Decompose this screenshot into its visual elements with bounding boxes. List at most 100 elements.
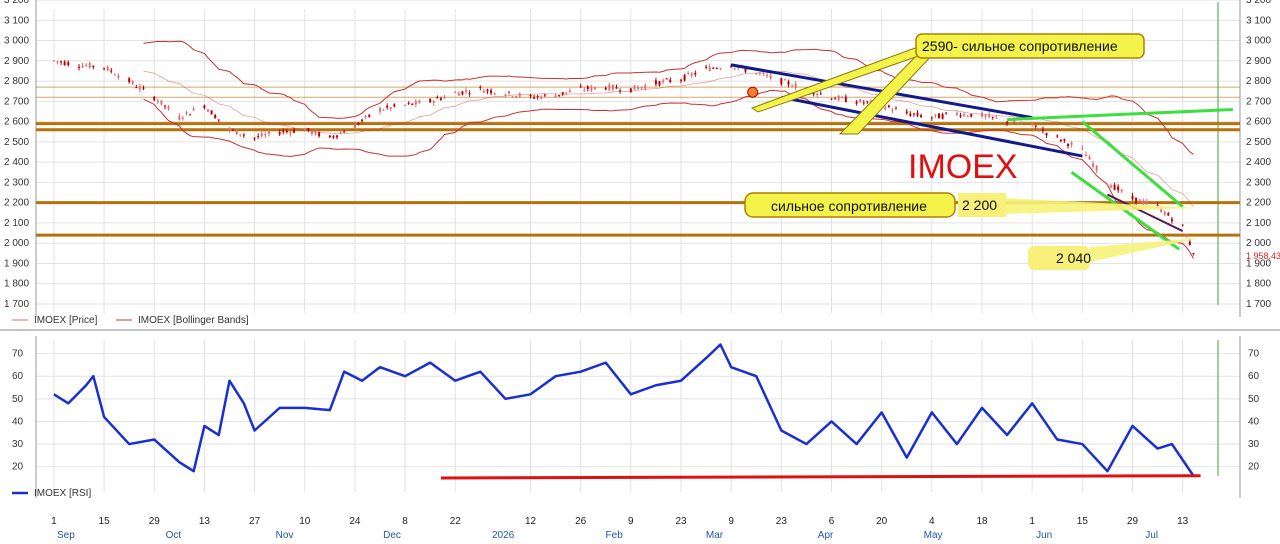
x-day-tick: 24 bbox=[349, 516, 361, 527]
candle-body bbox=[891, 110, 894, 112]
candle-body bbox=[414, 101, 417, 105]
candle-body bbox=[712, 67, 715, 69]
candle-body bbox=[1142, 200, 1145, 205]
candle-body bbox=[314, 130, 317, 135]
candle-body bbox=[694, 72, 697, 75]
candle-body bbox=[981, 112, 983, 117]
candle-body bbox=[189, 114, 192, 116]
candle-body bbox=[615, 87, 618, 89]
x-month-label: Jul bbox=[1145, 530, 1158, 541]
x-day-tick: 23 bbox=[675, 516, 687, 527]
candle-body bbox=[364, 115, 367, 117]
candle-body bbox=[633, 85, 636, 90]
x-day-tick: 6 bbox=[829, 516, 835, 527]
rsi-y-tick-right: 40 bbox=[1248, 416, 1260, 427]
candle-body bbox=[1063, 138, 1066, 141]
candle-body bbox=[1181, 224, 1184, 226]
x-axis-labels: 1 15 29 13 27 10 24 8 22 12 26 9 23 9 23 6 20 4 18 1 15 29 13 S… bbox=[51, 516, 1189, 541]
candle-body bbox=[955, 112, 958, 115]
candle-body bbox=[318, 132, 321, 137]
price-y-tick-left: 1 700 bbox=[4, 299, 29, 310]
price-y-tick-left: 2 500 bbox=[4, 137, 29, 148]
green-resistance-line bbox=[1007, 107, 1233, 122]
rsi-y-tick-right: 30 bbox=[1248, 439, 1260, 450]
candle-body bbox=[629, 88, 632, 93]
candle-body bbox=[328, 135, 331, 138]
x-day-tick: 29 bbox=[149, 516, 161, 527]
bollinger-lower bbox=[143, 89, 1194, 259]
price-y-tick-right: 2 800 bbox=[1246, 76, 1271, 87]
candle-body bbox=[586, 86, 589, 90]
legend-price: IMOEX [Price] bbox=[34, 315, 98, 326]
candle-body bbox=[687, 73, 690, 75]
candle-body bbox=[1084, 154, 1087, 157]
price-y-tick-left: 2 700 bbox=[4, 96, 29, 107]
price-y-tick-right: 2 500 bbox=[1246, 137, 1271, 148]
candle-body bbox=[56, 61, 59, 63]
candle-body bbox=[1131, 195, 1134, 200]
candle-body bbox=[67, 62, 70, 66]
candle-body bbox=[758, 73, 761, 75]
candle-body bbox=[970, 113, 973, 117]
candle-body bbox=[783, 79, 786, 81]
price-y-tick-right: 2 200 bbox=[1246, 198, 1271, 209]
price-y-tick-right: 2 600 bbox=[1246, 117, 1271, 128]
candle-body bbox=[533, 97, 536, 99]
candle-body bbox=[260, 133, 263, 137]
candle-body bbox=[1038, 130, 1041, 132]
candle-body bbox=[1070, 142, 1073, 145]
candle-body bbox=[153, 96, 156, 101]
price-legend: IMOEX [Price] IMOEX [Bollinger Bands] bbox=[12, 315, 249, 326]
candle-body bbox=[654, 80, 657, 85]
candle-body bbox=[343, 131, 346, 133]
x-day-tick: 8 bbox=[402, 516, 408, 527]
candle-body bbox=[887, 105, 890, 108]
x-day-tick: 9 bbox=[728, 516, 734, 527]
candle-body bbox=[439, 98, 442, 100]
candle-body bbox=[232, 129, 235, 131]
candle-body bbox=[568, 90, 571, 93]
candle-body bbox=[1088, 156, 1091, 160]
price-y-tick-right: 1 800 bbox=[1246, 279, 1271, 290]
candle-body bbox=[916, 112, 919, 116]
candle-body bbox=[766, 74, 768, 76]
candle-body bbox=[1156, 204, 1159, 206]
x-day-tick: 1 bbox=[51, 516, 57, 527]
candle-body bbox=[715, 68, 718, 70]
rsi-y-tick-right: 60 bbox=[1248, 371, 1260, 382]
candle-body bbox=[934, 114, 937, 116]
candle-body bbox=[235, 129, 238, 135]
candle-body bbox=[963, 113, 966, 116]
candle-body bbox=[1170, 218, 1173, 222]
candle-body bbox=[285, 131, 288, 133]
price-y-tick-right: 3 100 bbox=[1246, 15, 1271, 26]
callout-2200-text: сильное сопротивление bbox=[771, 198, 927, 214]
legend-rsi: IMOEX [RSI] bbox=[34, 488, 91, 499]
rsi-y-tick-left: 50 bbox=[12, 394, 24, 405]
x-month-label: Mar bbox=[706, 530, 724, 541]
candle-body bbox=[945, 112, 948, 114]
price-y-tick-left: 2 900 bbox=[4, 56, 29, 67]
candle-body bbox=[52, 60, 55, 62]
candle-body bbox=[207, 109, 209, 112]
candle-body bbox=[837, 95, 840, 101]
price-y-tick-left: 2 400 bbox=[4, 157, 29, 168]
candle-body bbox=[1120, 189, 1123, 192]
candle-body bbox=[167, 106, 170, 110]
candle-body bbox=[60, 61, 63, 63]
candle-body bbox=[1081, 147, 1084, 149]
candle-body bbox=[1167, 213, 1170, 216]
price-y-tick-left: 3 000 bbox=[4, 36, 29, 47]
candle-body bbox=[1045, 133, 1048, 136]
x-day-tick: 10 bbox=[299, 516, 311, 527]
candle-body bbox=[816, 93, 819, 95]
candle-body bbox=[411, 103, 414, 105]
candle-body bbox=[131, 81, 134, 84]
candle-body bbox=[1138, 199, 1141, 203]
candle-body bbox=[920, 115, 923, 118]
price-y-tick-left: 3 200 bbox=[4, 0, 29, 6]
candle-body bbox=[991, 116, 994, 118]
candle-body bbox=[1163, 212, 1166, 215]
candle-body bbox=[769, 75, 772, 79]
price-y-tick-left: 1 900 bbox=[4, 258, 29, 269]
